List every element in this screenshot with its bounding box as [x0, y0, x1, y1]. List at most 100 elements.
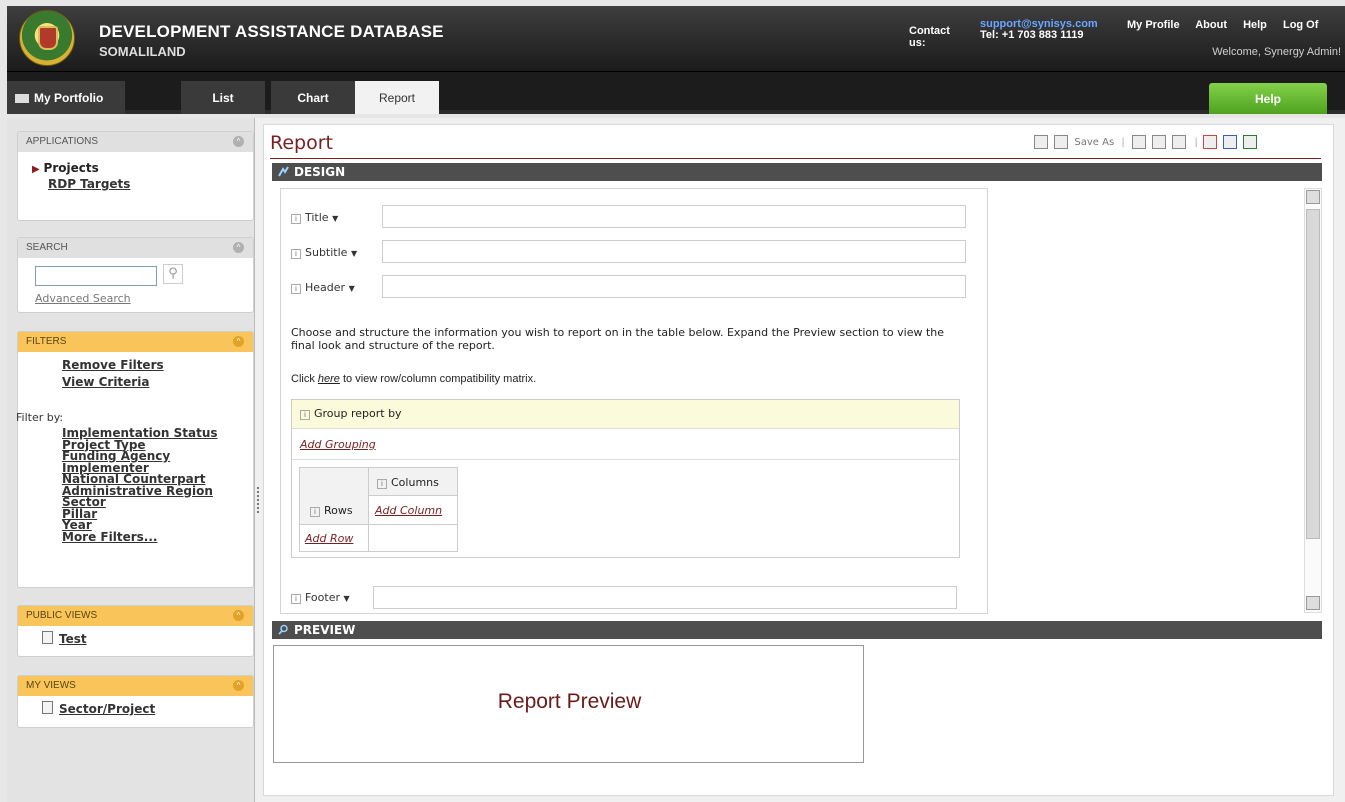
subtitle-field-label[interactable]: i Subtitle ▼ [291, 246, 357, 259]
rows-label-text: Rows [324, 504, 353, 517]
about-link[interactable]: About [1195, 19, 1227, 31]
search-input[interactable] [35, 266, 157, 286]
public-views-heading: PUBLIC VIEWS [26, 610, 98, 621]
portfolio-icon [15, 94, 29, 103]
public-views-panel: PUBLIC VIEWS ^ Test [17, 605, 254, 657]
tab-report[interactable]: Report [355, 81, 439, 114]
remove-filters-link[interactable]: Remove Filters [62, 358, 253, 372]
search-header[interactable]: SEARCH ^ [18, 238, 253, 258]
filters-header[interactable]: FILTERS ^ [18, 332, 253, 352]
more-filters-link[interactable]: More Filters... [62, 531, 253, 544]
emblem-logo [19, 10, 75, 66]
welcome-text: Welcome, Synergy Admin! [1212, 46, 1341, 58]
tab-my-portfolio-label: My Portfolio [34, 91, 104, 105]
dropdown-arrow-icon: ▼ [343, 594, 350, 603]
info-icon[interactable]: i [310, 507, 320, 517]
matrix-note: Click here to view row/column compatibil… [291, 373, 536, 385]
help-link[interactable]: Help [1243, 19, 1267, 31]
tab-bar: My Portfolio List Chart Report Help [7, 72, 1345, 114]
save-icon[interactable] [1034, 135, 1048, 149]
design-heading: DESIGN [294, 165, 346, 179]
dropdown-arrow-icon: ▼ [348, 284, 355, 293]
header-label-text: Header [305, 281, 346, 294]
add-row-link[interactable]: Add Row [305, 532, 353, 545]
design-scrollbar[interactable] [1304, 188, 1322, 613]
app-title: DEVELOPMENT ASSISTANCE DATABASE [99, 22, 444, 41]
filters-heading: FILTERS [26, 336, 67, 347]
applications-header[interactable]: APPLICATIONS ^ [18, 132, 253, 152]
add-grouping-row: Add Grouping [292, 429, 959, 460]
columns-header-cell: i Columns [368, 467, 458, 496]
footer-label-text: Footer [305, 591, 340, 604]
dropdown-arrow-icon: ▼ [350, 249, 358, 258]
my-views-header[interactable]: MY VIEWS ^ [18, 676, 253, 696]
sidebar-item-rdp-targets[interactable]: RDP Targets [48, 177, 253, 191]
collapse-icon[interactable]: ^ [233, 136, 244, 147]
header-field-label[interactable]: i Header ▼ [291, 281, 355, 294]
applications-heading: APPLICATIONS [26, 136, 99, 147]
sidebar-item-projects[interactable]: Projects [44, 161, 99, 175]
info-icon[interactable]: i [300, 410, 310, 420]
design-section-header[interactable]: DESIGN [272, 163, 1322, 181]
collapse-icon[interactable]: ^ [233, 336, 244, 347]
page-title: Report [270, 132, 333, 154]
data-cell [368, 524, 458, 552]
save-as-label[interactable]: Save As [1074, 137, 1114, 148]
preview-section-header[interactable]: PREVIEW [272, 621, 1322, 639]
sidebar-splitter-handle[interactable] [257, 487, 260, 513]
report-toolbar: Save As | | [1034, 135, 1260, 149]
view-criteria-link[interactable]: View Criteria [62, 375, 253, 389]
matrix-here-link[interactable]: here [318, 373, 340, 385]
word-icon[interactable] [1223, 135, 1238, 149]
advanced-search-link[interactable]: Advanced Search [35, 292, 131, 305]
app-subtitle: SOMALILAND [99, 44, 186, 59]
scroll-down-icon[interactable] [1306, 596, 1320, 610]
properties-icon[interactable] [1152, 135, 1167, 149]
arrow-right-icon: ▶ [32, 164, 40, 175]
public-views-header[interactable]: PUBLIC VIEWS ^ [18, 606, 253, 626]
title-divider [270, 158, 1321, 159]
footer-field-label[interactable]: i Footer ▼ [291, 591, 350, 604]
add-row-cell: Add Row [299, 524, 369, 552]
scroll-up-icon[interactable] [1306, 190, 1320, 204]
title-field-label[interactable]: i Title ▼ [291, 211, 338, 224]
my-views-heading: MY VIEWS [26, 680, 76, 691]
my-profile-link[interactable]: My Profile [1127, 19, 1180, 31]
info-icon[interactable]: i [377, 479, 387, 489]
scroll-thumb[interactable] [1306, 209, 1320, 539]
collapse-icon[interactable]: ^ [233, 242, 244, 253]
export-icon[interactable] [1172, 135, 1187, 149]
info-icon[interactable]: i [291, 214, 301, 224]
title-input[interactable] [382, 205, 966, 228]
help-button[interactable]: Help [1209, 83, 1327, 114]
filters-panel: FILTERS ^ Remove Filters View Criteria F… [16, 331, 254, 588]
rows-header-cell: i Rows [299, 467, 369, 525]
info-icon[interactable]: i [291, 284, 301, 294]
matrix-suffix: to view row/column compatibility matrix. [343, 373, 537, 385]
collapse-icon[interactable]: ^ [233, 680, 244, 691]
collapse-icon[interactable]: ^ [233, 610, 244, 621]
design-panel: i Title ▼ i Subtitle ▼ i Header ▼ Choose an… [280, 188, 988, 614]
report-structure-box: i Group report by Add Grouping i Rows i Col… [291, 399, 960, 558]
footer-input[interactable] [373, 586, 957, 609]
tab-list[interactable]: List [181, 81, 265, 114]
rows-label: i Rows [310, 504, 353, 517]
info-icon[interactable]: i [291, 249, 301, 259]
subtitle-input[interactable] [382, 240, 966, 263]
header-input[interactable] [382, 275, 966, 298]
my-views-panel: MY VIEWS ^ Sector/Project [17, 675, 254, 728]
view-sector-project-link[interactable]: Sector/Project [59, 702, 155, 716]
excel-icon[interactable] [1243, 135, 1258, 149]
info-icon[interactable]: i [291, 594, 301, 604]
pdf-icon[interactable] [1203, 135, 1218, 149]
add-grouping-link[interactable]: Add Grouping [300, 438, 376, 451]
instructions-text: Choose and structure the information you… [291, 326, 945, 352]
tab-my-portfolio[interactable]: My Portfolio [7, 81, 125, 114]
tab-chart[interactable]: Chart [271, 81, 355, 114]
save-as-icon[interactable] [1054, 135, 1069, 149]
print-icon[interactable] [1131, 135, 1146, 149]
logout-link[interactable]: Log Of [1283, 19, 1318, 31]
search-icon[interactable]: ⚲ [163, 264, 183, 284]
view-test-link[interactable]: Test [59, 632, 87, 646]
add-column-link[interactable]: Add Column [375, 504, 442, 517]
